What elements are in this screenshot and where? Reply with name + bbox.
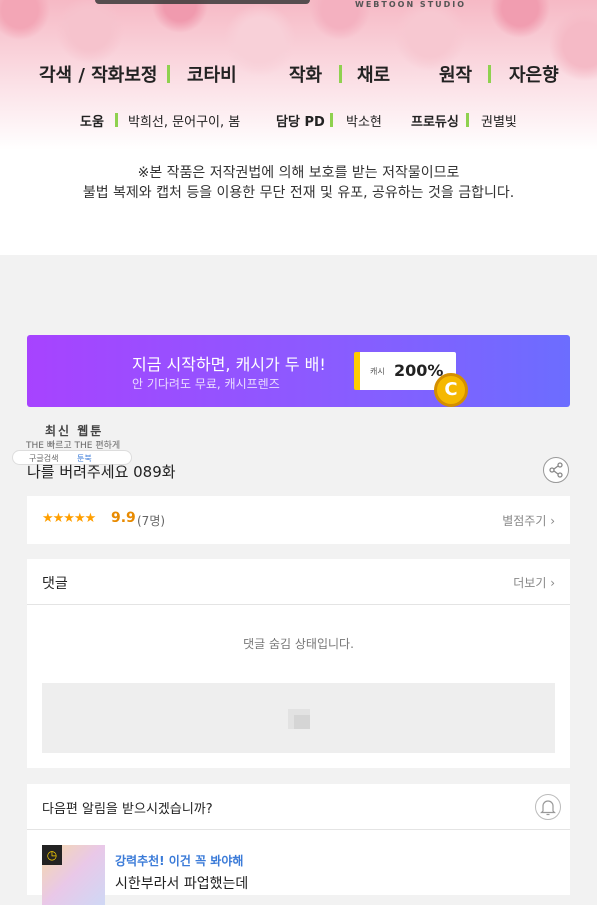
- credit-role: 도움: [80, 114, 104, 130]
- share-icon: [549, 462, 563, 478]
- credit-divider: [330, 113, 333, 127]
- comments-hidden-message: 댓글 숨김 상태입니다.: [243, 637, 354, 651]
- credit-divider: [339, 65, 342, 83]
- bell-icon: [540, 800, 556, 816]
- banner-subtitle: 안 기다려도 무료, 캐시프렌즈: [132, 377, 280, 391]
- credits-row-main: 각색 / 작화보정 코타비 작화 채로 원작 자은향: [0, 60, 597, 88]
- rating-box: ★★★★★ 9.9 (7명) 별점주기 ›: [27, 496, 570, 544]
- cash-label: 캐시: [370, 367, 385, 376]
- star-rating-icons: ★★★★★: [42, 511, 96, 526]
- recommended-title[interactable]: 시한부라서 파업했는데: [115, 873, 248, 893]
- episode-title: 나를 버려주세요 089화: [27, 463, 176, 481]
- divider: [27, 829, 570, 830]
- credit-divider: [115, 113, 118, 127]
- coin-icon: C: [434, 373, 468, 407]
- credit-name: 권별빛: [481, 114, 517, 130]
- credit-name: 자은향: [509, 65, 559, 86]
- cash-percent: 200%: [394, 361, 444, 380]
- comments-box: 댓글 더보기 › 댓글 숨김 상태입니다.: [27, 559, 570, 768]
- rating-count: (7명): [137, 514, 166, 528]
- credit-divider: [167, 65, 170, 83]
- watermark-title: 최신 웹툰: [45, 424, 104, 438]
- copyright-notice: ※본 작품은 저작권법에 의해 보호를 받는 저작물이므로 불법 복제와 캡처 …: [0, 163, 597, 203]
- credits-row-sub: 도움 박희선, 문어구이, 봄 담당 PD 박소현 프로듀싱 권별빛: [0, 110, 597, 130]
- ad-placeholder[interactable]: [42, 683, 555, 753]
- credit-role: 작화: [289, 65, 323, 86]
- clock-icon: ◷: [42, 845, 62, 865]
- rating-score: 9.9: [111, 510, 136, 526]
- credit-name: 코타비: [187, 65, 237, 86]
- credit-role: 각색 / 작화보정: [39, 65, 158, 86]
- notice-line: 불법 복제와 캡처 등을 이용한 무단 전재 및 유포, 공유하는 것을 금합니…: [82, 185, 515, 201]
- next-episode-alert-box: 다음편 알림을 받으시겠습니까? ◷ 강력추천! 이건 꼭 봐야해 시한부라서 …: [27, 784, 570, 905]
- credit-name: 박소현: [346, 114, 382, 130]
- notification-bell-button[interactable]: [535, 794, 561, 820]
- comments-heading: 댓글: [42, 576, 68, 592]
- credit-role: 담당 PD: [276, 114, 325, 130]
- divider: [27, 604, 570, 605]
- episode-credits-section: WEBTOON STUDIO 각색 / 작화보정 코타비 작화 채로 원작 자은…: [0, 0, 597, 255]
- rate-button[interactable]: 별점주기 ›: [502, 512, 555, 529]
- cash-promo-banner[interactable]: 지금 시작하면, 캐시가 두 배! 안 기다려도 무료, 캐시프렌즈 캐시 20…: [27, 335, 570, 407]
- recommended-thumbnail[interactable]: ◷: [42, 845, 105, 905]
- credit-role: 원작: [439, 65, 473, 86]
- notice-line: ※본 작품은 저작권법에 의해 보호를 받는 저작물이므로: [137, 165, 460, 181]
- credit-name: 박희선, 문어구이, 봄: [128, 114, 241, 130]
- recommendation-label: 강력추천! 이건 꼭 봐야해: [115, 854, 244, 868]
- comments-more-link[interactable]: 더보기 ›: [513, 574, 555, 591]
- image-placeholder-icon-inner: [294, 715, 310, 729]
- credit-divider: [488, 65, 491, 83]
- alert-question: 다음편 알림을 받으시겠습니까?: [42, 802, 213, 817]
- share-button[interactable]: [543, 457, 569, 483]
- credit-divider: [466, 113, 469, 127]
- credit-name: 채로: [357, 65, 391, 86]
- credit-role: 프로듀싱: [411, 114, 459, 130]
- studio-label: WEBTOON STUDIO: [355, 0, 467, 9]
- series-logo: [95, 0, 310, 4]
- banner-title: 지금 시작하면, 캐시가 두 배!: [132, 355, 326, 374]
